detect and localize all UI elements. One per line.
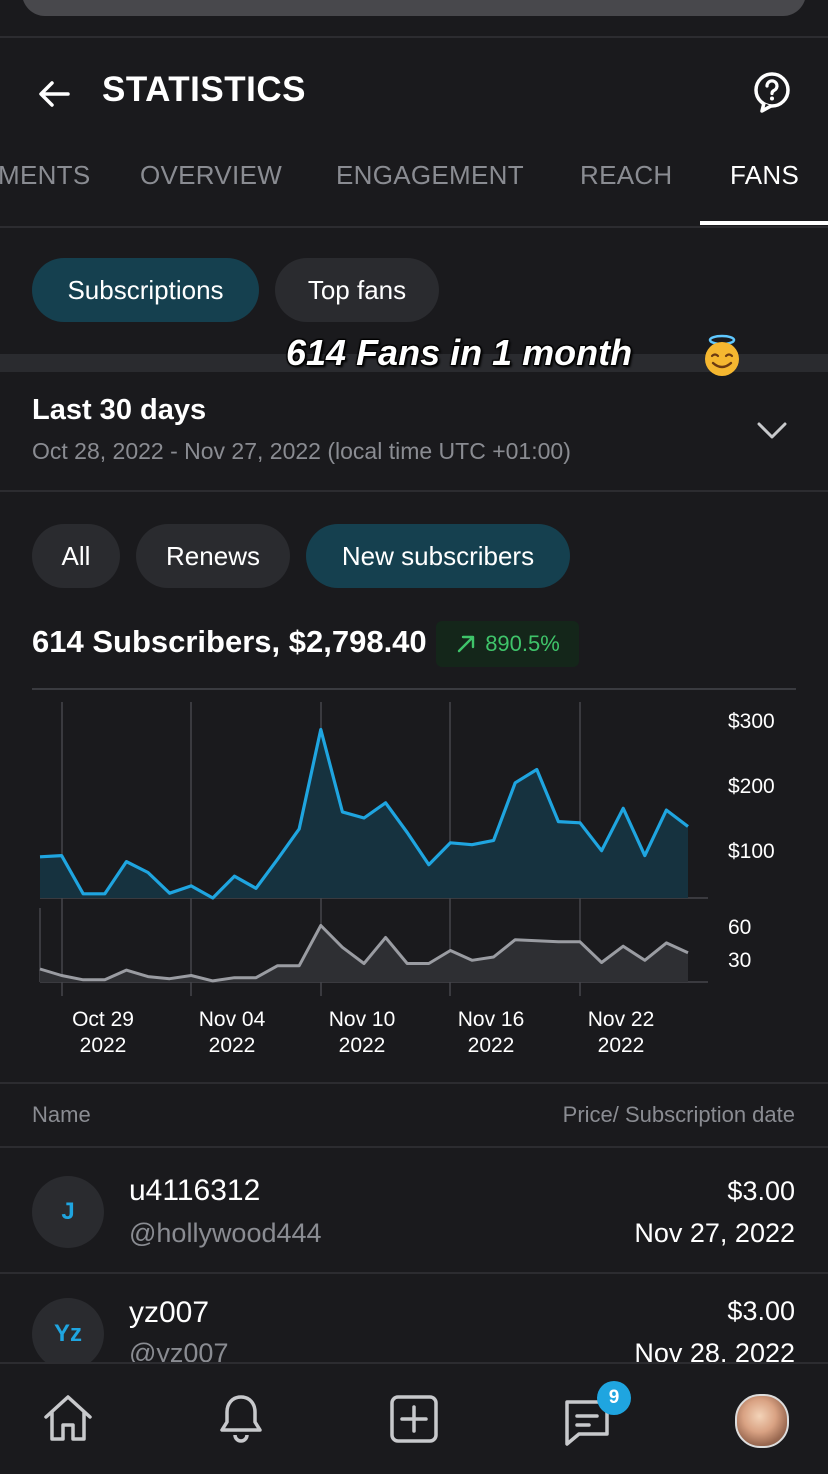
page-title: STATISTICS bbox=[102, 70, 306, 109]
chevron-down-icon[interactable] bbox=[756, 420, 788, 442]
add-post-icon[interactable] bbox=[386, 1391, 442, 1447]
summary-total: 614 Subscribers, $2,798.40 bbox=[32, 624, 427, 659]
subscriptions-subtab[interactable]: Subscriptions bbox=[32, 258, 259, 322]
avatar[interactable]: J bbox=[32, 1176, 104, 1248]
subscribers-chart[interactable]: $300 $200 $100 60 30 Oct 29 2022 Nov 04 2022 Nov … bbox=[0, 690, 828, 1070]
fan-name[interactable]: u4116312 bbox=[129, 1174, 260, 1208]
earnings-area bbox=[40, 729, 688, 898]
period-title[interactable]: Last 30 days bbox=[32, 394, 206, 427]
avatar[interactable]: Yz bbox=[32, 1298, 104, 1362]
change-value: 890.5% bbox=[485, 631, 560, 656]
home-icon[interactable] bbox=[40, 1391, 96, 1447]
table-row[interactable]: Yz yz007 @yz007 $3.00 Nov 28, 2022 bbox=[0, 1274, 828, 1362]
subscription-date: Nov 28, 2022 bbox=[634, 1338, 795, 1362]
tab-overview[interactable]: OVERVIEW bbox=[140, 160, 282, 191]
filter-all[interactable]: All bbox=[32, 524, 120, 588]
trend-up-icon bbox=[457, 635, 475, 653]
y-axis-label: 30 bbox=[728, 949, 751, 972]
column-price-header: Price/ Subscription date bbox=[562, 1102, 795, 1127]
x-axis-label: 2022 bbox=[598, 1034, 645, 1057]
caption-overlay: 614 Fans in 1 month bbox=[286, 332, 633, 373]
filter-new-subscribers[interactable]: New subscribers bbox=[306, 524, 570, 588]
x-axis-label: Nov 22 bbox=[588, 1008, 655, 1031]
column-name-header: Name bbox=[32, 1102, 91, 1127]
y-axis-label: $200 bbox=[728, 775, 775, 798]
tab-statements[interactable]: MENTS bbox=[0, 160, 91, 191]
divider bbox=[0, 1082, 828, 1084]
bell-icon[interactable] bbox=[213, 1391, 269, 1447]
period-range: Oct 28, 2022 - Nov 27, 2022 (local time … bbox=[32, 438, 571, 464]
back-arrow-icon[interactable] bbox=[34, 74, 74, 114]
y-axis-label: 60 bbox=[728, 916, 751, 939]
x-axis-label: 2022 bbox=[468, 1034, 515, 1057]
x-axis-label: 2022 bbox=[339, 1034, 386, 1057]
tab-reach[interactable]: REACH bbox=[580, 160, 673, 191]
top-fans-subtab[interactable]: Top fans bbox=[275, 258, 439, 322]
fan-handle: @hollywood444 bbox=[129, 1218, 322, 1248]
fan-handle: @yz007 bbox=[129, 1338, 229, 1362]
x-axis-label: Oct 29 bbox=[72, 1008, 134, 1031]
active-tab-indicator bbox=[700, 221, 828, 225]
halo-smiley-icon bbox=[705, 334, 739, 376]
profile-avatar[interactable] bbox=[735, 1394, 789, 1448]
browser-address-bar[interactable] bbox=[22, 0, 806, 16]
change-badge: 890.5% bbox=[436, 621, 579, 667]
y-axis-label: $300 bbox=[728, 710, 775, 733]
divider bbox=[0, 36, 828, 38]
subscription-price: $3.00 bbox=[727, 1296, 795, 1326]
divider bbox=[0, 490, 828, 492]
x-axis-label: Nov 10 bbox=[329, 1008, 396, 1031]
tab-fans[interactable]: FANS bbox=[730, 160, 799, 191]
messages-badge: 9 bbox=[597, 1381, 631, 1415]
x-axis-label: 2022 bbox=[209, 1034, 256, 1057]
filter-renews[interactable]: Renews bbox=[136, 524, 290, 588]
table-row[interactable]: J u4116312 @hollywood444 $3.00 Nov 27, 2… bbox=[0, 1148, 828, 1272]
fan-name[interactable]: yz007 bbox=[129, 1296, 209, 1330]
y-axis-label: $100 bbox=[728, 840, 775, 863]
subscription-price: $3.00 bbox=[727, 1176, 795, 1206]
subscription-date: Nov 27, 2022 bbox=[634, 1218, 795, 1248]
x-axis-label: Nov 16 bbox=[458, 1008, 525, 1031]
x-axis-label: 2022 bbox=[80, 1034, 127, 1057]
x-axis-label: Nov 04 bbox=[199, 1008, 266, 1031]
help-icon[interactable] bbox=[750, 70, 794, 114]
divider bbox=[0, 226, 828, 228]
tab-engagement[interactable]: ENGAGEMENT bbox=[336, 160, 524, 191]
